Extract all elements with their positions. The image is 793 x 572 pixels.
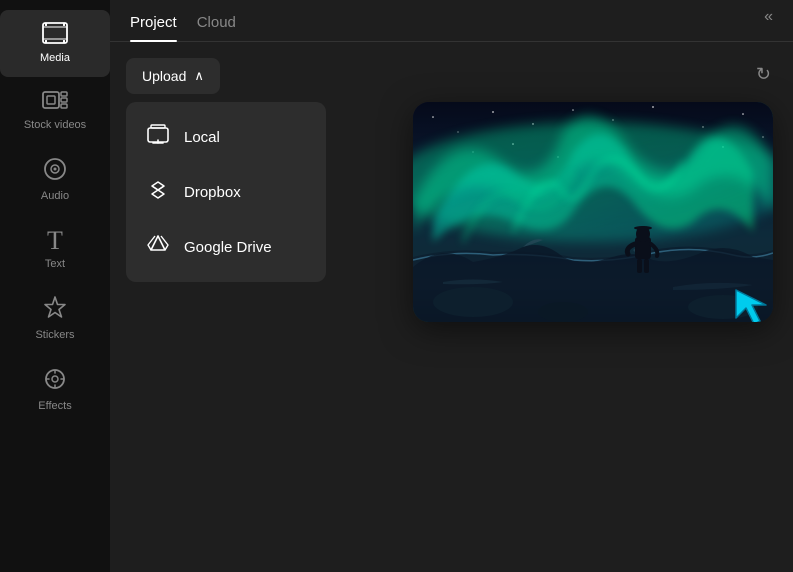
google-drive-label: Google Drive <box>184 239 272 256</box>
sidebar-item-media[interactable]: Media <box>0 10 110 77</box>
upload-local-item[interactable]: Local <box>126 110 326 164</box>
sidebar-item-stock-videos-label: Stock videos <box>24 119 86 132</box>
media-panel: ↻ Upload ∧ Local <box>110 42 793 572</box>
sidebar-item-stock-videos[interactable]: Stock videos <box>0 77 110 144</box>
upload-button[interactable]: Upload ∧ <box>126 58 220 94</box>
sidebar-item-audio-label: Audio <box>41 190 69 203</box>
upload-dropbox-item[interactable]: Dropbox <box>126 164 326 220</box>
local-icon <box>146 124 170 150</box>
main-content: Project Cloud « ↻ Upload ∧ <box>110 0 793 572</box>
sidebar-item-audio[interactable]: Audio <box>0 144 110 215</box>
sidebar-item-text[interactable]: T Text <box>0 216 110 283</box>
local-label: Local <box>184 129 220 146</box>
collapse-tabs-button[interactable]: « <box>764 8 773 34</box>
effects-icon <box>42 366 68 396</box>
sidebar: Media Stock videos Audio T Text <box>0 0 110 572</box>
text-icon: T <box>47 228 63 254</box>
sidebar-item-effects-label: Effects <box>38 400 71 413</box>
upload-label: Upload <box>142 68 186 84</box>
tab-project[interactable]: Project <box>130 14 177 41</box>
aurora-image <box>413 102 773 322</box>
stock-videos-icon <box>42 89 68 115</box>
sidebar-item-effects[interactable]: Effects <box>0 354 110 425</box>
dropbox-icon <box>146 178 170 206</box>
sidebar-item-stickers[interactable]: Stickers <box>0 283 110 354</box>
sidebar-item-media-label: Media <box>40 52 70 65</box>
stickers-icon <box>42 295 68 325</box>
aurora-svg <box>413 102 773 322</box>
sidebar-item-stickers-label: Stickers <box>35 329 74 342</box>
media-icon <box>42 22 68 48</box>
tabs-bar: Project Cloud « <box>110 0 793 42</box>
upload-dropdown: Local Dropbox <box>126 102 326 282</box>
google-drive-icon <box>146 234 170 260</box>
cursor-arrow <box>728 282 773 322</box>
dropbox-label: Dropbox <box>184 184 241 201</box>
sidebar-item-text-label: Text <box>45 258 65 271</box>
audio-icon <box>42 156 68 186</box>
chevron-up-icon: ∧ <box>194 68 204 84</box>
upload-google-drive-item[interactable]: Google Drive <box>126 220 326 274</box>
refresh-button[interactable]: ↻ <box>750 58 777 91</box>
refresh-icon: ↻ <box>756 64 771 84</box>
tab-cloud[interactable]: Cloud <box>197 14 236 41</box>
